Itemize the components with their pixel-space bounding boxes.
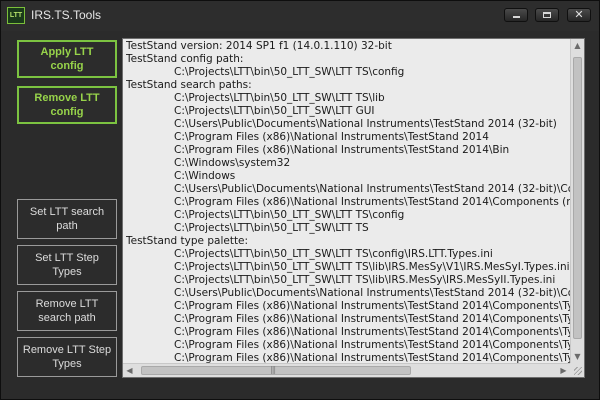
vertical-scrollbar[interactable]: ▲ ▼: [570, 39, 584, 363]
log-line: C:\Projects\LTT\bin\50_LTT_SW\LTT TS\con…: [174, 209, 405, 221]
log-line: C:\Users\Public\Documents\National Instr…: [174, 287, 571, 299]
log-line: C:\Program Files (x86)\National Instrume…: [174, 196, 571, 208]
log-line: C:\Program Files (x86)\National Instrume…: [174, 339, 571, 351]
log-output-box[interactable]: TestStand version: 2014 SP1 f1 (14.0.1.1…: [122, 38, 585, 378]
set-ltt-search-path-label: Set LTT search path: [29, 206, 105, 232]
apply-ltt-config-button[interactable]: Apply LTT config: [17, 40, 117, 78]
maximize-icon: [543, 12, 551, 18]
horizontal-scroll-thumb[interactable]: |||: [141, 365, 411, 375]
log-line: C:\Program Files (x86)\National Instrume…: [174, 144, 510, 156]
set-ltt-step-types-label: Set LTT Step Types: [35, 252, 99, 278]
remove-ltt-config-label: Remove LTT config: [34, 92, 100, 118]
close-icon: ✕: [574, 8, 584, 21]
remove-ltt-search-path-button[interactable]: Remove LTT search path: [17, 291, 117, 331]
scrollbar-corner: [570, 363, 584, 377]
vertical-scroll-thumb[interactable]: [573, 57, 582, 339]
close-button[interactable]: ✕: [567, 8, 591, 22]
log-line: TestStand config path:: [126, 53, 244, 65]
log-line: C:\Projects\LTT\bin\50_LTT_SW\LTT TS: [174, 222, 369, 234]
remove-ltt-search-path-label: Remove LTT search path: [35, 298, 99, 324]
resize-grip-icon[interactable]: [574, 367, 582, 375]
log-line: C:\Projects\LTT\bin\50_LTT_SW\LTT TS\lib: [174, 92, 385, 104]
title-bar[interactable]: LTT IRS.TS.Tools ✕: [1, 1, 599, 31]
set-ltt-step-types-button[interactable]: Set LTT Step Types: [17, 245, 117, 285]
minimize-button[interactable]: [504, 8, 528, 22]
log-line: TestStand search paths:: [126, 79, 252, 91]
minimize-icon: [513, 16, 520, 18]
log-line: C:\Program Files (x86)\National Instrume…: [174, 326, 571, 338]
log-line: C:\Projects\LTT\bin\50_LTT_SW\LTT TS\con…: [174, 248, 493, 260]
scroll-up-arrow-icon[interactable]: ▲: [571, 39, 584, 52]
log-line: C:\Windows\system32: [174, 157, 291, 169]
remove-ltt-config-button[interactable]: Remove LTT config: [17, 86, 117, 124]
log-line: C:\Projects\LTT\bin\50_LTT_SW\LTT TS\con…: [174, 66, 405, 78]
log-line: C:\Program Files (x86)\National Instrume…: [174, 352, 571, 363]
log-line: TestStand type palette:: [126, 235, 249, 247]
log-line: C:\Windows: [174, 170, 236, 182]
set-ltt-search-path-button[interactable]: Set LTT search path: [17, 199, 117, 239]
log-line: C:\Program Files (x86)\National Instrume…: [174, 131, 489, 143]
apply-ltt-config-label: Apply LTT config: [40, 46, 94, 72]
log-line: C:\Users\Public\Documents\National Instr…: [174, 118, 557, 130]
log-line: C:\Projects\LTT\bin\50_LTT_SW\LTT TS\lib…: [174, 261, 570, 273]
remove-ltt-step-types-button[interactable]: Remove LTT Step Types: [17, 337, 117, 377]
scroll-right-arrow-icon[interactable]: ▶: [557, 364, 570, 377]
log-line: C:\Projects\LTT\bin\50_LTT_SW\LTT TS\lib…: [174, 274, 556, 286]
log-line: TestStand version: 2014 SP1 f1 (14.0.1.1…: [126, 40, 392, 52]
log-line: C:\Program Files (x86)\National Instrume…: [174, 300, 571, 312]
app-window: LTT IRS.TS.Tools ✕ Apply LTT config Remov…: [0, 0, 600, 400]
maximize-button[interactable]: [535, 8, 559, 22]
ltt-app-icon: LTT: [7, 7, 25, 24]
remove-ltt-step-types-label: Remove LTT Step Types: [22, 344, 112, 370]
scroll-grip-icon: |||: [270, 365, 276, 374]
window-title: IRS.TS.Tools: [31, 8, 102, 22]
log-line: C:\Users\Public\Documents\National Instr…: [174, 183, 571, 195]
log-line: C:\Program Files (x86)\National Instrume…: [174, 313, 571, 325]
horizontal-scrollbar[interactable]: ◀ ||| ▶: [123, 363, 570, 377]
scroll-left-arrow-icon[interactable]: ◀: [123, 364, 136, 377]
log-line: C:\Projects\LTT\bin\50_LTT_SW\LTT GUI: [174, 105, 375, 117]
log-text: TestStand version: 2014 SP1 f1 (14.0.1.1…: [126, 40, 571, 363]
scroll-down-arrow-icon[interactable]: ▼: [571, 350, 584, 363]
